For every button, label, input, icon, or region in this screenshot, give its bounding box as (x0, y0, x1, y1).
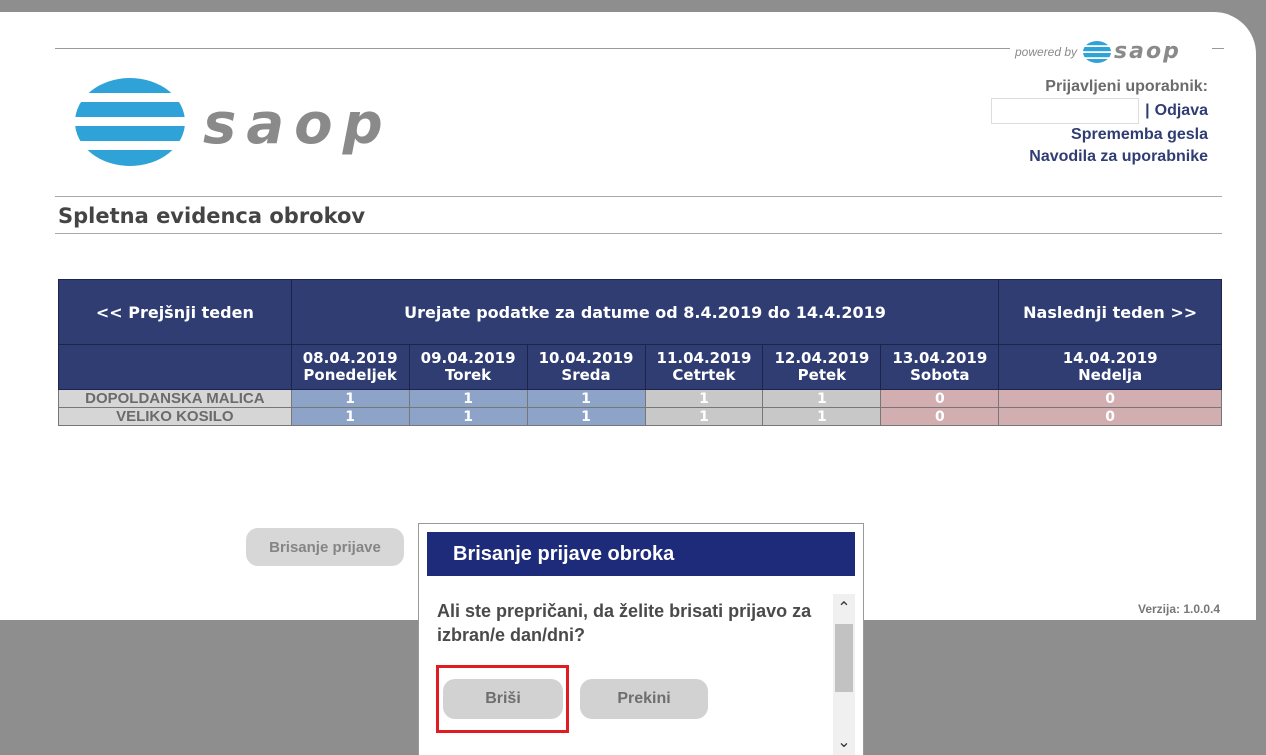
day-header-tue[interactable]: 09.04.2019 Torek (408, 344, 528, 390)
meal-cell[interactable]: 1 (644, 407, 764, 426)
day-name: Cetrtek (672, 366, 736, 384)
date-range-label: Urejate podatke za datume od 8.4.2019 do… (290, 279, 1000, 345)
dialog-title: Brisanje prijave obroka (427, 532, 855, 576)
version-label: Verzija: 1.0.0.4 (1138, 602, 1221, 616)
scroll-thumb[interactable] (835, 624, 853, 692)
day-name: Ponedeljek (303, 366, 397, 384)
day-date: 11.04.2019 (656, 349, 752, 367)
day-date: 12.04.2019 (774, 349, 870, 367)
day-name: Sreda (561, 366, 611, 384)
meal-cell[interactable]: 0 (880, 389, 1000, 408)
dialog-message: Ali ste prepričani, da želite brisati pr… (437, 601, 812, 645)
day-header-wed[interactable]: 10.04.2019 Sreda (526, 344, 646, 390)
title-bottom-rule (55, 233, 1222, 234)
meal-cell[interactable]: 1 (762, 389, 882, 408)
dialog-scrollbar[interactable]: ⌃ ⌄ (833, 594, 855, 755)
day-date: 09.04.2019 (420, 349, 516, 367)
cancel-button[interactable]: Prekini (580, 679, 708, 719)
user-panel: Prijavljeni uporabnik: | Odjava Sprememb… (991, 76, 1208, 168)
logout-link[interactable]: Odjava (1155, 100, 1208, 122)
day-header-sat[interactable]: 13.04.2019 Sobota (880, 344, 1000, 390)
day-header-fri[interactable]: 12.04.2019 Petek (762, 344, 882, 390)
day-name: Torek (445, 366, 492, 384)
title-top-rule (55, 196, 1222, 197)
day-date: 13.04.2019 (892, 349, 988, 367)
meal-cell[interactable]: 1 (526, 389, 646, 408)
meal-cell[interactable]: 0 (998, 389, 1222, 408)
next-week-button[interactable]: Naslednji teden >> (998, 279, 1222, 345)
logged-in-user-label: Prijavljeni uporabnik: (1045, 78, 1208, 95)
scroll-down-icon[interactable]: ⌄ (833, 728, 855, 755)
small-logo-wordmark: saop (1114, 39, 1181, 64)
scroll-up-icon[interactable]: ⌃ (833, 594, 855, 622)
saop-stripes-icon (1083, 40, 1112, 63)
meal-table: << Prejšnji teden Urejate podatke za dat… (58, 279, 1222, 426)
table-row: DOPOLDANSKA MALICA 1 1 1 1 1 0 0 (58, 389, 1222, 408)
prev-week-button[interactable]: << Prejšnji teden (58, 279, 292, 345)
date-header-row: 08.04.2019 Ponedeljek 09.04.2019 Torek 10.… (58, 344, 1222, 390)
user-name-redacted (991, 98, 1140, 124)
saop-logo[interactable]: saop (75, 78, 393, 166)
link-separator: | (1145, 102, 1150, 119)
user-guide-link[interactable]: Navodila za uporabnike (991, 146, 1208, 168)
header-rule (55, 48, 1010, 49)
day-name: Petek (797, 366, 847, 384)
meal-cell[interactable]: 1 (290, 389, 410, 408)
powered-by-label: powered by (1015, 44, 1078, 59)
meal-cell[interactable]: 1 (408, 389, 528, 408)
day-header-thu[interactable]: 11.04.2019 Cetrtek (644, 344, 764, 390)
day-header-mon[interactable]: 08.04.2019 Ponedeljek (290, 344, 410, 390)
powered-by: powered by saop (1015, 39, 1181, 64)
meal-cell[interactable]: 1 (290, 407, 410, 426)
saop-stripes-logo-icon (75, 78, 185, 166)
logo-wordmark: saop (203, 91, 393, 157)
meal-cell[interactable]: 1 (526, 407, 646, 426)
delete-confirm-dialog: Brisanje prijave obroka Ali ste prepriča… (418, 523, 864, 755)
meal-cell[interactable]: 0 (880, 407, 1000, 426)
small-saop-logo: saop (1083, 39, 1181, 64)
meal-name: VELIKO KOSILO (58, 407, 292, 426)
delete-registration-button[interactable]: Brisanje prijave (246, 528, 404, 566)
day-date: 08.04.2019 (302, 349, 398, 367)
change-password-link[interactable]: Sprememba gesla (991, 124, 1208, 146)
user-line: | Odjava (991, 98, 1208, 124)
meal-name: DOPOLDANSKA MALICA (58, 389, 292, 408)
day-date: 14.04.2019 (1062, 349, 1158, 367)
day-date: 10.04.2019 (538, 349, 634, 367)
meal-cell[interactable]: 0 (998, 407, 1222, 426)
meal-cell[interactable]: 1 (644, 389, 764, 408)
day-header-sun[interactable]: 14.04.2019 Nedelja (998, 344, 1222, 390)
week-nav-row: << Prejšnji teden Urejate podatke za dat… (58, 279, 1222, 345)
meal-cell[interactable]: 1 (762, 407, 882, 426)
meal-header-empty (58, 344, 292, 390)
day-name: Sobota (910, 366, 970, 384)
meal-cell[interactable]: 1 (408, 407, 528, 426)
highlight-box (436, 665, 569, 733)
page-title: Spletna evidenca obrokov (58, 204, 366, 228)
table-row: VELIKO KOSILO 1 1 1 1 1 0 0 (58, 407, 1222, 426)
header-rule-end (1212, 48, 1224, 49)
day-name: Nedelja (1078, 366, 1143, 384)
